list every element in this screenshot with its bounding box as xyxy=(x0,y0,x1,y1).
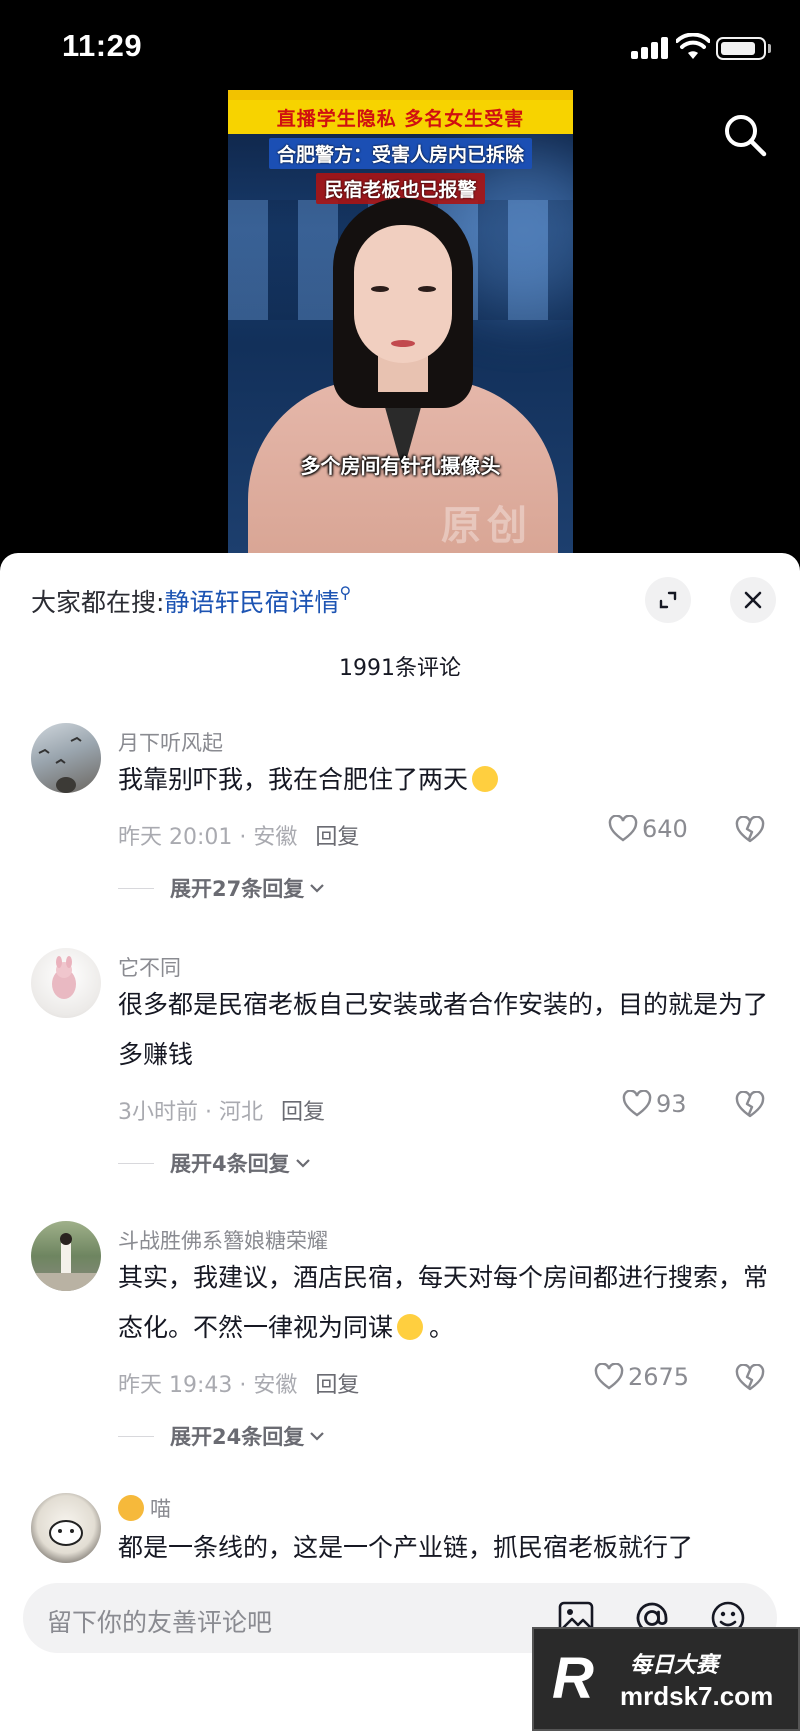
video-subtitle-line: 合肥警方：受害人房内已拆除 xyxy=(268,138,532,169)
chevron-down-icon xyxy=(295,1159,310,1168)
comment-text: 很多都是民宿老板自己安装或者合作安装的，目的就是为了多赚钱 xyxy=(118,990,769,1069)
comment-time-location: 3小时前 · 河北 xyxy=(118,1100,263,1125)
comment-meta: 3小时前 · 河北 回复 xyxy=(118,1094,325,1126)
comment-time-location: 昨天 19:43 · 安徽 xyxy=(118,1373,298,1398)
comment-input-placeholder: 留下你的友善评论吧 xyxy=(47,1608,273,1637)
expand-replies-button[interactable]: 展开27条回复 xyxy=(118,873,326,903)
comment-username[interactable]: 月下听风起 xyxy=(118,727,223,757)
reply-button[interactable]: 回复 xyxy=(281,1100,325,1125)
comment-count: 1991条评论 xyxy=(339,656,461,681)
reply-button[interactable]: 回复 xyxy=(315,825,359,850)
heart-icon xyxy=(622,1090,652,1117)
fullscreen-button[interactable] xyxy=(645,577,691,623)
trending-search-prefix: 大家都在搜: xyxy=(31,588,165,617)
site-watermark-badge: R 每日大赛 mrdsk7.com xyxy=(532,1627,800,1731)
dislike-heart-icon[interactable] xyxy=(735,816,765,844)
search-icon[interactable] xyxy=(722,112,768,158)
comment-username[interactable]: 它不同 xyxy=(118,952,181,982)
comment-username[interactable]: 斗战胜佛系簪娘糖荣耀 xyxy=(118,1225,328,1255)
chevron-down-icon xyxy=(310,1432,325,1441)
avatar[interactable] xyxy=(31,723,101,793)
site-url: mrdsk7.com xyxy=(620,1681,774,1711)
chevron-down-icon xyxy=(310,884,325,893)
like-count: 640 xyxy=(642,815,688,843)
avatar[interactable] xyxy=(31,948,101,1018)
dislike-heart-icon[interactable] xyxy=(735,1091,765,1119)
video-player[interactable]: 直播学生隐私 多名女生受害 合肥警方：受害人房内已拆除 民宿老板也已报警 多个房… xyxy=(228,90,573,553)
comment-text: 都是一条线的，这是一个产业链，抓民宿老板就行了 xyxy=(118,1533,694,1562)
comment-meta: 昨天 19:43 · 安徽 回复 xyxy=(118,1367,359,1399)
avatar[interactable] xyxy=(31,1493,101,1563)
video-watermark: 原创 xyxy=(441,503,533,549)
status-bar: 11:29 xyxy=(0,0,800,90)
wink-emoji-icon xyxy=(397,1314,424,1340)
like-button[interactable]: 640 xyxy=(608,815,688,843)
status-time: 11:29 xyxy=(62,28,143,63)
trending-search-link[interactable]: 静语轩民宿详情 xyxy=(164,588,339,617)
expand-replies-button[interactable]: 展开4条回复 xyxy=(118,1148,312,1178)
comment-text-body: 我靠别吓我，我在合肥住了两天 xyxy=(118,765,469,794)
cellular-signal-icon xyxy=(631,37,669,59)
dislike-heart-icon[interactable] xyxy=(735,1364,765,1392)
comment-sheet: 大家都在搜:静语轩民宿详情⚲ 1991条评论 月下听风起 我靠别吓我，我在合肥住… xyxy=(0,553,800,1731)
search-icon: ⚲ xyxy=(339,583,352,602)
heart-icon xyxy=(594,1363,624,1390)
reply-button[interactable]: 回复 xyxy=(315,1373,359,1398)
expand-icon xyxy=(659,591,677,609)
comment-text: 我靠别吓我，我在合肥住了两天 xyxy=(118,755,773,805)
cat-emoji-icon xyxy=(118,1495,144,1521)
comment-text: 其实，我建议，酒店民宿，每天对每个房间都进行搜索，常态化。不然一律视为同谋。 xyxy=(118,1263,769,1342)
site-logo: R xyxy=(552,1646,594,1711)
site-title: 每日大赛 xyxy=(630,1653,719,1678)
video-headline: 直播学生隐私 多名女生受害 xyxy=(228,100,573,134)
close-icon xyxy=(744,591,762,609)
battery-icon xyxy=(716,37,766,60)
heart-icon xyxy=(608,815,638,842)
crying-emoji-icon xyxy=(472,766,499,792)
like-button[interactable]: 2675 xyxy=(594,1363,689,1391)
expand-replies-button[interactable]: 展开24条回复 xyxy=(118,1421,326,1451)
comment-meta: 昨天 20:01 · 安徽 回复 xyxy=(118,819,359,851)
wifi-icon xyxy=(676,33,710,59)
close-button[interactable] xyxy=(730,577,776,623)
trending-search: 大家都在搜:静语轩民宿详情⚲ xyxy=(31,583,351,619)
like-button[interactable]: 93 xyxy=(622,1090,687,1118)
comment-username[interactable]: 喵 xyxy=(118,1493,171,1523)
like-count: 2675 xyxy=(628,1363,690,1391)
comment-time-location: 昨天 20:01 · 安徽 xyxy=(118,825,298,850)
video-caption: 多个房间有针孔摄像头 xyxy=(300,454,501,478)
avatar[interactable] xyxy=(31,1221,101,1291)
like-count: 93 xyxy=(656,1090,687,1118)
